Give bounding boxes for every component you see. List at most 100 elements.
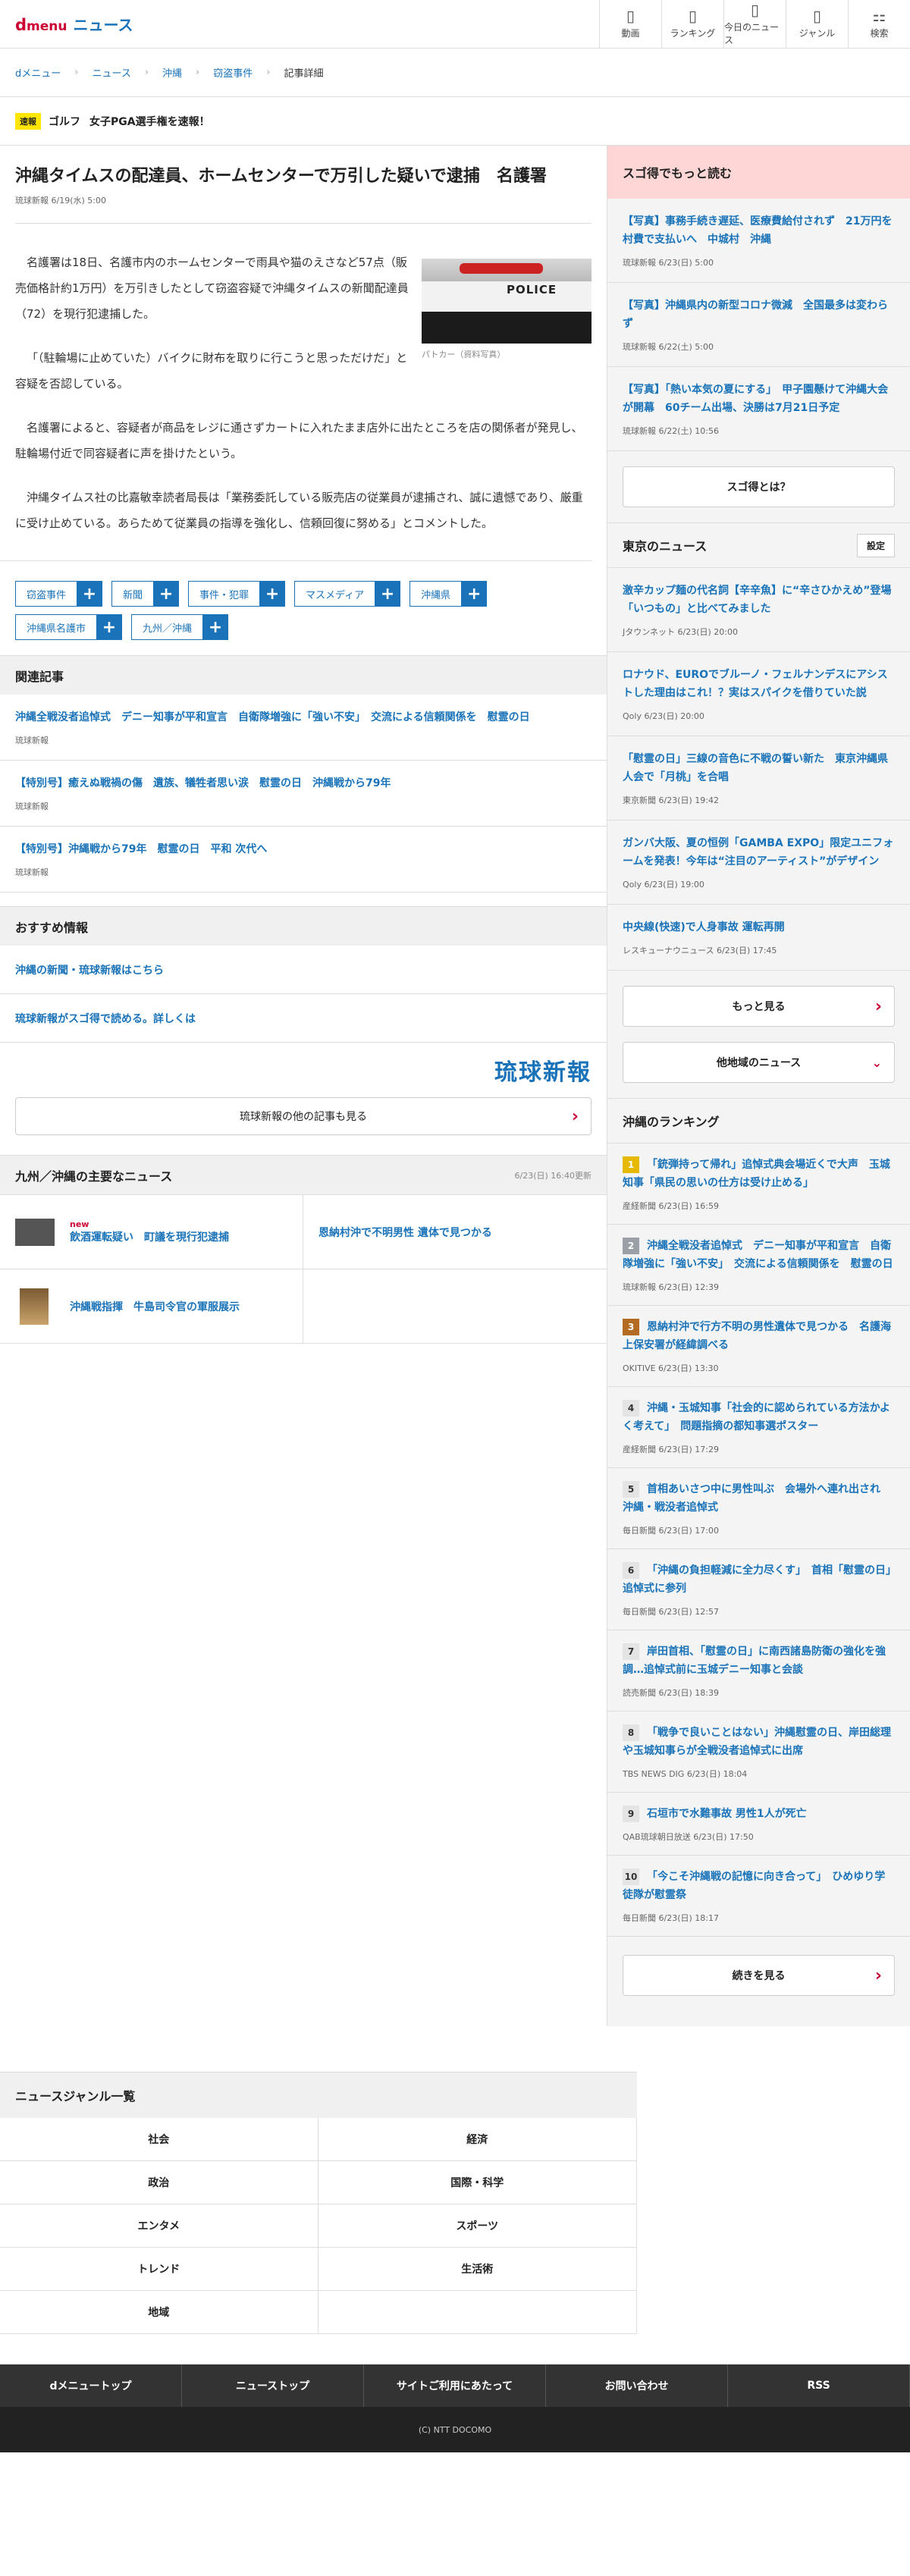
plus-icon[interactable]: + xyxy=(202,614,229,640)
genre-link-society[interactable]: 社会 xyxy=(0,2118,318,2161)
nav-genre[interactable]: ▯ ジャンル xyxy=(786,0,848,49)
genre-link-politics[interactable]: 政治 xyxy=(0,2161,318,2204)
plus-icon[interactable]: + xyxy=(259,581,286,607)
plus-icon[interactable]: + xyxy=(77,581,103,607)
breadcrumb-theft[interactable]: 窃盗事件 xyxy=(213,65,253,80)
tag-label[interactable]: マスメディア xyxy=(294,581,375,607)
ranking-title-link[interactable]: 4 沖縄・玉城知事「社会的に認められている方法かよく考えて」 問題指摘の都知事選ポ… xyxy=(623,1399,895,1435)
regional-item[interactable]: new 飲酒運転疑い 町議を現行犯逮捕 xyxy=(0,1195,303,1269)
ranking-item[interactable]: 9 石垣市で水難事故 男性1人が死亡 QAB琉球朝日放送 6/23(日) 17:50 xyxy=(607,1793,910,1856)
tag-chip[interactable]: 新聞 + xyxy=(111,581,180,607)
nav-search[interactable]: ⚏ 検索 xyxy=(848,0,910,49)
tag-chip[interactable]: 沖縄県名護市 + xyxy=(15,614,123,640)
related-item[interactable]: 沖縄全戦没者追悼式 デニー知事が平和宣言 自衛隊増強に「強い不安」 交流による信… xyxy=(0,695,607,761)
nav-today-news[interactable]: ▯ 今日のニュース xyxy=(723,0,786,49)
tokyo-title-link[interactable]: 「慰霊の日」三線の音色に不戦の誓い新た 東京沖縄県人会で「月桃」を合唱 xyxy=(623,750,895,786)
genre-link-local[interactable]: 地域 xyxy=(0,2291,318,2334)
ranking-title-link[interactable]: 1 「銃弾持って帰れ」追悼式典会場近くで大声 玉城知事「県民の思いの仕方は受け止め… xyxy=(623,1156,895,1192)
sugotoku-title[interactable]: 【写真】「熱い本気の夏にする」 甲子園懸けて沖縄大会が開幕 60チーム出場、決勝… xyxy=(623,381,895,417)
tag-chip[interactable]: 事件・犯罪 + xyxy=(188,581,286,607)
genre-link-economy[interactable]: 経済 xyxy=(318,2118,636,2161)
regional-title-link[interactable]: new 飲酒運転疑い 町議を現行犯逮捕 xyxy=(70,1219,229,1244)
footer-link-dmenu-top[interactable]: dメニュートップ xyxy=(0,2364,182,2407)
ranking-item[interactable]: 1 「銃弾持って帰れ」追悼式典会場近くで大声 玉城知事「県民の思いの仕方は受け止め… xyxy=(607,1144,910,1225)
genre-link-trend[interactable]: トレンド xyxy=(0,2248,318,2291)
tag-label[interactable]: 沖縄県 xyxy=(410,581,462,607)
related-item[interactable]: 【特別号】癒えぬ戦禍の傷 遺族、犠牲者思い涙 慰霊の日 沖縄戦から79年 琉球新報 xyxy=(0,761,607,827)
tag-chip[interactable]: 九州／沖縄 + xyxy=(131,614,229,640)
regional-title-link[interactable]: 沖縄戦指揮 牛島司令官の軍服展示 xyxy=(70,1299,240,1314)
tag-label[interactable]: 事件・犯罪 xyxy=(188,581,260,607)
tag-label[interactable]: 窃盗事件 xyxy=(15,581,77,607)
article-photo[interactable]: POLICE パトカー（資料写真） xyxy=(422,259,592,360)
tokyo-title-link[interactable]: 激辛カップ麺の代名詞【辛辛魚】に“辛さひかえめ”登場 「いつもの」と比べてみまし… xyxy=(623,582,902,618)
tokyo-item[interactable]: 中央線(快速)で人身事故 運転再開 レスキューナウニュース 6/23(日) 17:… xyxy=(607,905,910,971)
ranking-item[interactable]: 8 「戦争で良いことはない」沖縄慰霊の日、岸田総理や玉城知事らが全戦没者追悼式に出… xyxy=(607,1712,910,1793)
plus-icon[interactable]: + xyxy=(461,581,488,607)
ranking-title-link[interactable]: 5 首相あいさつ中に男性叫ぶ 会場外へ連れ出され 沖縄・戦没者追悼式 xyxy=(623,1480,895,1517)
ranking-title-link[interactable]: 2 沖縄全戦没者追悼式 デニー知事が平和宣言 自衛隊増強に「強い不安」 交流による… xyxy=(623,1237,895,1273)
genre-link-sports[interactable]: スポーツ xyxy=(318,2204,636,2248)
tokyo-title-link[interactable]: ロナウド、EUROでブルーノ・フェルナンデスにアシストした理由はこれ！？実はスパ… xyxy=(623,666,895,702)
ranking-item[interactable]: 2 沖縄全戦没者追悼式 デニー知事が平和宣言 自衛隊増強に「強い不安」 交流による… xyxy=(607,1225,910,1306)
ranking-item[interactable]: 5 首相あいさつ中に男性叫ぶ 会場外へ連れ出され 沖縄・戦没者追悼式 毎日新聞 6/… xyxy=(607,1468,910,1549)
genre-link-world-science[interactable]: 国際・科学 xyxy=(318,2161,636,2204)
footer-link-news-top[interactable]: ニューストップ xyxy=(182,2364,364,2407)
plus-icon[interactable]: + xyxy=(96,614,123,640)
footer-link-terms[interactable]: サイトご利用にあたって xyxy=(364,2364,546,2407)
plus-icon[interactable]: + xyxy=(153,581,180,607)
tokyo-item[interactable]: ロナウド、EUROでブルーノ・フェルナンデスにアシストした理由はこれ！？実はスパ… xyxy=(607,652,910,736)
more-button[interactable]: もっと見る › xyxy=(623,986,895,1027)
site-logo[interactable]: d menu ニュース xyxy=(0,13,133,35)
ranking-title-link[interactable]: 10 「今こそ沖縄戦の記憶に向き合って」 ひめゆり学徒隊が慰霊祭 xyxy=(623,1868,895,1904)
tag-label[interactable]: 新聞 xyxy=(111,581,154,607)
more-articles-button[interactable]: 琉球新報の他の記事も見る › xyxy=(15,1097,592,1135)
breadcrumb-news[interactable]: ニュース xyxy=(92,65,130,80)
ranking-title-link[interactable]: 6 「沖縄の負担軽減に全力尽くす」 首相「慰霊の日」追悼式に参列 xyxy=(623,1561,895,1598)
ranking-item[interactable]: 3 恩納村沖で行方不明の男性遺体で見つかる 名護海上保安署が経緯調べる OKITIV… xyxy=(607,1306,910,1387)
continue-button[interactable]: 続きを見る › xyxy=(623,1955,895,1996)
tokyo-title-link[interactable]: 中央線(快速)で人身事故 運転再開 xyxy=(623,918,895,937)
regional-title-link[interactable]: 恩納村沖で不明男性 遺体で見つかる xyxy=(318,1225,492,1240)
tag-chip[interactable]: 沖縄県 + xyxy=(410,581,488,607)
tokyo-title-link[interactable]: ガンバ大阪、夏の恒例「GAMBA EXPO」限定ユニフォームを発表！今年は“注目… xyxy=(623,834,895,871)
ranking-item[interactable]: 10 「今こそ沖縄戦の記憶に向き合って」 ひめゆり学徒隊が慰霊祭 毎日新聞 6/23… xyxy=(607,1856,910,1937)
genre-link-entertainment[interactable]: エンタメ xyxy=(0,2204,318,2248)
footer-link-contact[interactable]: お問い合わせ xyxy=(546,2364,728,2407)
sugotoku-about-button[interactable]: スゴ得とは？ xyxy=(623,466,895,507)
ranking-title-link[interactable]: 3 恩納村沖で行方不明の男性遺体で見つかる 名護海上保安署が経緯調べる xyxy=(623,1318,895,1354)
tag-chip[interactable]: マスメディア + xyxy=(294,581,401,607)
tag-label[interactable]: 沖縄県名護市 xyxy=(15,614,97,640)
ranking-title-link[interactable]: 8 「戦争で良いことはない」沖縄慰霊の日、岸田総理や玉城知事らが全戦没者追悼式に出… xyxy=(623,1724,895,1760)
breadcrumb-okinawa[interactable]: 沖縄 xyxy=(162,65,182,80)
footer-link-rss[interactable]: RSS xyxy=(728,2364,910,2407)
nav-video[interactable]: ▯ 動画 xyxy=(599,0,661,49)
plus-icon[interactable]: + xyxy=(375,581,401,607)
nav-ranking[interactable]: ▯ ランキング xyxy=(661,0,723,49)
ranking-item[interactable]: 4 沖縄・玉城知事「社会的に認められている方法かよく考えて」 問題指摘の都知事選ポ… xyxy=(607,1387,910,1468)
tokyo-item[interactable]: 「慰霊の日」三線の音色に不戦の誓い新た 東京沖縄県人会で「月桃」を合唱 東京新聞 … xyxy=(607,736,910,820)
related-item[interactable]: 【特別号】沖縄戦から79年 慰霊の日 平和 次代へ 琉球新報 xyxy=(0,827,607,893)
recommend-link[interactable]: 琉球新報がスゴ得で読める。詳しくは xyxy=(0,994,607,1043)
sugotoku-title[interactable]: 【写真】沖縄県内の新型コロナ微減 全国最多は変わらず xyxy=(623,297,895,333)
ranking-item[interactable]: 6 「沖縄の負担軽減に全力尽くす」 首相「慰霊の日」追悼式に参列 毎日新聞 6/23… xyxy=(607,1549,910,1630)
settings-button[interactable]: 設定 xyxy=(856,533,895,557)
tokyo-item[interactable]: ガンバ大阪、夏の恒例「GAMBA EXPO」限定ユニフォームを発表！今年は“注目… xyxy=(607,820,910,905)
recommend-link[interactable]: 沖縄の新聞・琉球新報はこちら xyxy=(0,946,607,994)
ryukyu-shimpo-logo[interactable]: 琉球新報 xyxy=(0,1043,607,1090)
sugotoku-item[interactable]: 【写真】事務手続き遅延、医療費給付されず 21万円を村費で支払いへ 中城村 沖縄… xyxy=(607,199,910,283)
genre-link-lifestyle[interactable]: 生活術 xyxy=(318,2248,636,2291)
ranking-title-link[interactable]: 9 石垣市で水難事故 男性1人が死亡 xyxy=(623,1805,895,1823)
related-title[interactable]: 沖縄全戦没者追悼式 デニー知事が平和宣言 自衛隊増強に「強い不安」 交流による信… xyxy=(15,708,592,726)
related-title[interactable]: 【特別号】沖縄戦から79年 慰霊の日 平和 次代へ xyxy=(15,840,592,858)
sugotoku-title[interactable]: 【写真】事務手続き遅延、医療費給付されず 21万円を村費で支払いへ 中城村 沖縄 xyxy=(623,212,895,249)
breadcrumb-dmenu[interactable]: dメニュー xyxy=(15,65,61,80)
tag-chip[interactable]: 窃盗事件 + xyxy=(15,581,103,607)
sugotoku-item[interactable]: 【写真】「熱い本気の夏にする」 甲子園懸けて沖縄大会が開幕 60チーム出場、決勝… xyxy=(607,367,910,451)
regional-item[interactable]: 恩納村沖で不明男性 遺体で見つかる xyxy=(303,1195,607,1269)
tokyo-item[interactable]: 激辛カップ麺の代名詞【辛辛魚】に“辛さひかえめ”登場 「いつもの」と比べてみまし… xyxy=(607,568,910,652)
tag-label[interactable]: 九州／沖縄 xyxy=(131,614,203,640)
other-regions-button[interactable]: 他地域のニュース ⌄ xyxy=(623,1042,895,1083)
ranking-title-link[interactable]: 7 岸田首相、「慰霊の日」に南西諸島防衛の強化を強調…追悼式前に玉城デニー知事と会… xyxy=(623,1643,895,1679)
related-title[interactable]: 【特別号】癒えぬ戦禍の傷 遺族、犠牲者思い涙 慰霊の日 沖縄戦から79年 xyxy=(15,774,592,792)
